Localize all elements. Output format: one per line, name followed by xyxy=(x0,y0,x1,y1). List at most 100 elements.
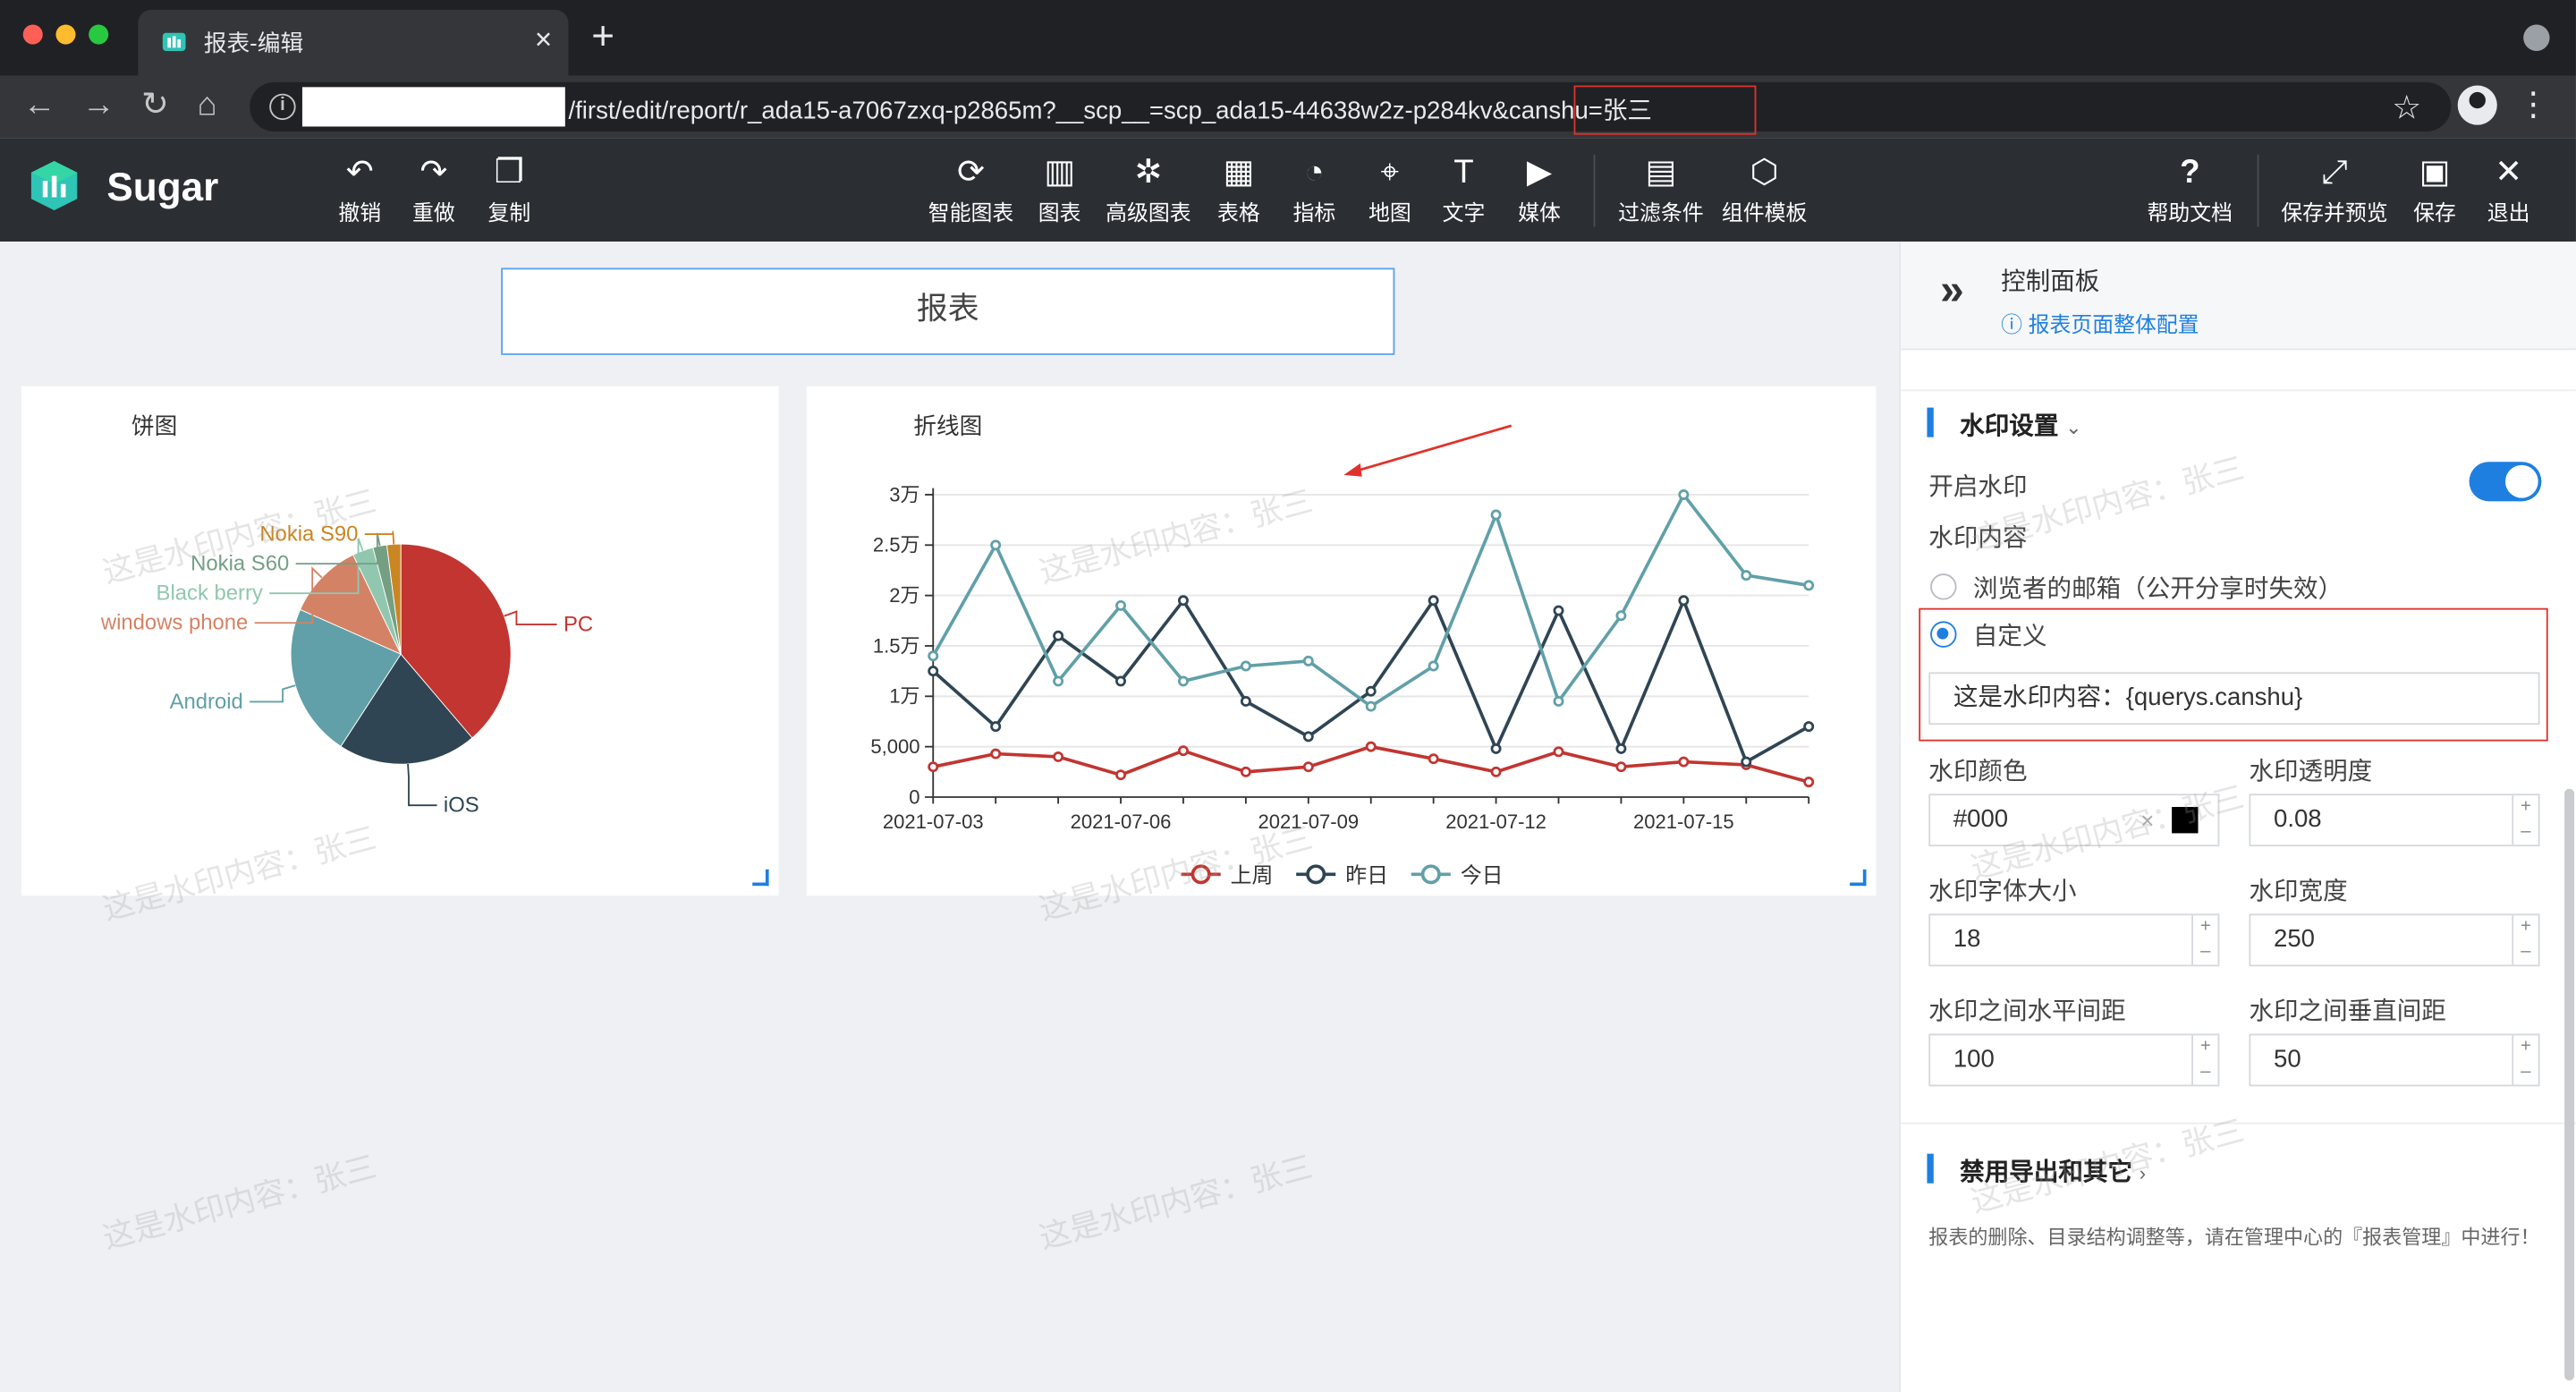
home-icon[interactable]: ⌂ xyxy=(197,86,216,125)
resize-handle-icon[interactable] xyxy=(1850,869,1867,887)
legend-marker xyxy=(1420,864,1441,885)
help-button[interactable]: ? 帮助文档 xyxy=(2142,155,2238,227)
increment-icon[interactable]: + xyxy=(2513,1035,2538,1060)
vgap-input[interactable]: 50 + – xyxy=(2249,1033,2540,1087)
disable-export-section-title[interactable]: 禁用导出和其它 › xyxy=(1960,1154,2146,1189)
browser-address-bar: ← → ↻ ⌂ i /first/edit/report/r_ada15-a70… xyxy=(0,75,2576,139)
pie-chart-card[interactable]: 饼图 PC iOS Android windows phone Black berry N… xyxy=(21,386,779,896)
opacity-label: 水印透明度 xyxy=(2249,757,2373,786)
save-preview-button[interactable]: ⤢ 保存并预览 xyxy=(2277,155,2393,227)
tab-close-icon[interactable]: × xyxy=(535,23,552,56)
legend-marker xyxy=(1306,864,1326,885)
width-input[interactable]: 250 + – xyxy=(2249,913,2540,967)
increment-icon[interactable]: + xyxy=(2513,915,2538,940)
minimize-window-button[interactable] xyxy=(55,24,76,45)
vgap-stepper[interactable]: + – xyxy=(2512,1035,2538,1085)
table-button[interactable]: ▦ 表格 xyxy=(1211,155,1267,227)
reload-icon[interactable]: ↻ xyxy=(141,86,169,125)
series-point xyxy=(990,721,1002,733)
back-icon[interactable]: ← xyxy=(23,86,56,125)
smart-chart-button[interactable]: ⟳ 智能图表 xyxy=(923,155,1019,227)
y-tick-label: 0 xyxy=(909,785,919,808)
report-title[interactable]: 报表 xyxy=(501,267,1395,355)
color-input[interactable]: #000 × xyxy=(1928,794,2220,847)
url-input[interactable]: i /first/edit/report/r_ada15-a7067zxq-p2… xyxy=(250,81,2452,135)
decrement-icon[interactable]: – xyxy=(2513,940,2538,965)
expand-icon: ⤢ xyxy=(2321,154,2348,191)
map-pin-icon: ⌖ xyxy=(1380,154,1400,191)
watermark-section-title[interactable]: 水印设置 ⌄ xyxy=(1960,408,2081,443)
save-button[interactable]: ▣ 保存 xyxy=(2407,155,2462,227)
opacity-input[interactable]: 0.08 + – xyxy=(2249,794,2540,847)
width-stepper[interactable]: + – xyxy=(2512,915,2538,965)
series-point xyxy=(1428,660,1439,672)
text-button[interactable]: T 文字 xyxy=(1436,155,1491,227)
increment-icon[interactable]: + xyxy=(2513,795,2538,820)
page-config-link[interactable]: ⓘ 报表页面整体配置 xyxy=(2001,308,2199,339)
decrement-icon[interactable]: – xyxy=(2513,820,2538,845)
url-text: /first/edit/report/r_ada15-a7067zxq-p286… xyxy=(568,97,1652,125)
color-swatch[interactable] xyxy=(2172,807,2199,834)
metric-button[interactable]: ◔ 指标 xyxy=(1286,155,1342,227)
component-template-button[interactable]: ⬡ 组件模板 xyxy=(1716,155,1812,227)
fontsize-stepper[interactable]: + – xyxy=(2191,915,2218,965)
opacity-stepper[interactable]: + – xyxy=(2512,795,2538,845)
clear-icon[interactable]: × xyxy=(2140,795,2154,845)
resize-handle-icon[interactable] xyxy=(752,869,769,887)
series-point xyxy=(1240,766,1251,777)
series-point xyxy=(1177,595,1189,607)
series-line xyxy=(931,491,1809,709)
forward-icon[interactable]: → xyxy=(82,86,115,125)
series-point xyxy=(1803,777,1815,788)
site-info-icon[interactable]: i xyxy=(269,93,296,121)
tab-search-icon[interactable] xyxy=(2523,24,2550,51)
chevron-down-icon: ⌄ xyxy=(2065,415,2082,439)
decrement-icon[interactable]: – xyxy=(2193,1060,2218,1085)
save-label: 保存 xyxy=(2413,200,2456,225)
section-marker xyxy=(1927,407,1934,437)
map-label: 地图 xyxy=(1368,200,1411,225)
maximize-window-button[interactable] xyxy=(89,24,109,45)
toolbar-divider xyxy=(2257,154,2259,227)
advanced-chart-button[interactable]: ✲ 高级图表 xyxy=(1101,155,1197,227)
hgap-stepper[interactable]: + – xyxy=(2191,1035,2218,1085)
undo-button[interactable]: ↶ 撤销 xyxy=(334,155,386,227)
pie-label-line xyxy=(504,610,557,626)
map-button[interactable]: ⌖ 地图 xyxy=(1362,155,1418,227)
series-point xyxy=(1365,685,1377,697)
series-point xyxy=(1428,595,1439,607)
series-point xyxy=(1115,675,1126,687)
series-point xyxy=(1365,741,1377,752)
series-point xyxy=(1428,753,1439,765)
browser-tab[interactable]: 报表-编辑 × xyxy=(138,10,569,76)
radio-email[interactable] xyxy=(1930,573,1957,600)
series-point xyxy=(1490,766,1502,777)
close-window-button[interactable] xyxy=(22,24,43,45)
enable-watermark-toggle[interactable] xyxy=(2469,462,2542,502)
decrement-icon[interactable]: – xyxy=(2513,1060,2538,1085)
collapse-panel-icon[interactable]: » xyxy=(1940,265,1964,316)
x-tick-label: 2021-07-12 xyxy=(1445,811,1546,833)
fontsize-input[interactable]: 18 + – xyxy=(1928,913,2220,967)
decrement-icon[interactable]: – xyxy=(2193,940,2218,965)
exit-button[interactable]: ✕ 退出 xyxy=(2480,155,2536,227)
hgap-input[interactable]: 100 + – xyxy=(1928,1033,2220,1087)
advanced-chart-icon: ✲ xyxy=(1134,154,1163,191)
browser-menu-icon[interactable]: ⋮ xyxy=(2517,86,2550,125)
chart-button[interactable]: ▥ 图表 xyxy=(1031,155,1087,227)
bookmark-star-icon[interactable]: ☆ xyxy=(2392,87,2421,128)
filter-button[interactable]: ▤ 过滤条件 xyxy=(1614,155,1709,227)
profile-avatar-icon[interactable] xyxy=(2457,85,2497,125)
increment-icon[interactable]: + xyxy=(2193,915,2218,940)
exit-label: 退出 xyxy=(2487,200,2530,225)
media-button[interactable]: ▶ 媒体 xyxy=(1512,155,1567,227)
series-point xyxy=(1741,756,1752,768)
increment-icon[interactable]: + xyxy=(2193,1035,2218,1060)
redo-button[interactable]: ↷ 重做 xyxy=(408,155,461,227)
panel-scrollbar[interactable] xyxy=(2564,788,2575,1381)
series-point xyxy=(928,650,939,662)
copy-button[interactable]: ❐ 复制 xyxy=(483,155,536,227)
filter-icon: ▤ xyxy=(1645,154,1677,191)
new-tab-icon[interactable]: + xyxy=(591,15,614,59)
enable-watermark-label: 开启水印 xyxy=(1928,473,2028,502)
